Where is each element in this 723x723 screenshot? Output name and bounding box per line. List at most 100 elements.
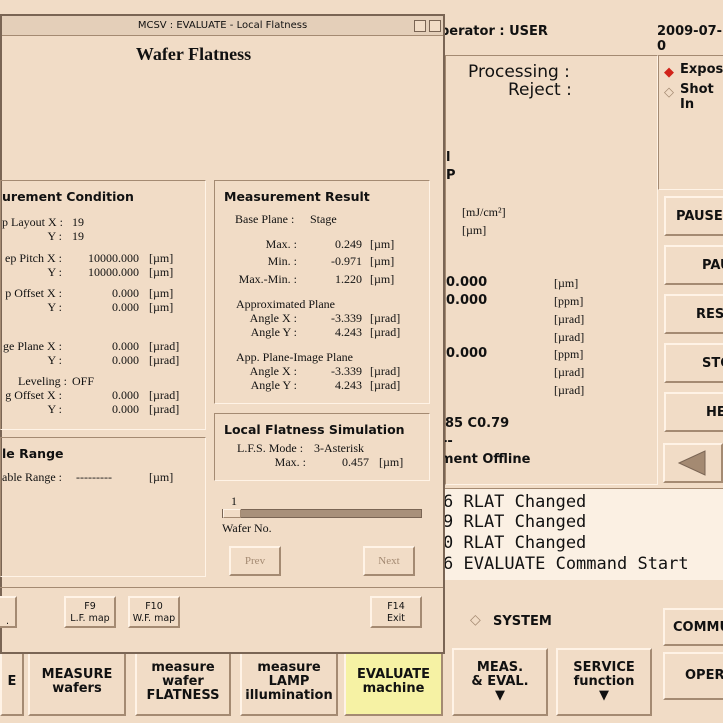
condition-unit: [µrad]	[149, 339, 180, 353]
chevron-down-icon: ▼	[599, 688, 609, 703]
unit-row: [µrad]	[554, 383, 585, 397]
system-label: SYSTEM	[493, 614, 552, 629]
date-label: 2009-07-0	[657, 24, 723, 54]
operator-label: perator : USER	[440, 24, 548, 39]
condition-value: 0.000	[112, 353, 139, 367]
condition-label: p Layout X :	[2, 215, 63, 229]
unit-um: [µm]	[462, 223, 487, 237]
help-button[interactable]: HE	[664, 392, 723, 432]
pause-button[interactable]: PAUSE	[664, 196, 723, 236]
button-label-line: MEASURE	[41, 667, 113, 682]
system-radio-icon[interactable]: ◇	[470, 612, 481, 629]
meas-eval-menu-button[interactable]: MEAS. & EVAL. ▼	[452, 648, 548, 716]
range-value: ---------	[76, 470, 112, 484]
pause-button-label: PAUSE	[676, 208, 723, 224]
condition-value: OFF	[72, 374, 95, 388]
window-title: MCSV : EVALUATE - Local Flatness	[137, 20, 308, 31]
maximize-button[interactable]	[429, 20, 441, 32]
fkey-number: F14	[387, 601, 405, 612]
button-label-line: illumination	[245, 688, 333, 703]
measure-lamp-illumination-button[interactable]: measure LAMP illumination	[240, 648, 338, 716]
condition-unit: [µm]	[149, 251, 174, 265]
unit-row: [ppm]	[554, 347, 584, 361]
condition-label: g Offset X :	[5, 388, 62, 402]
result-unit: [µrad]	[370, 325, 401, 339]
resume-button[interactable]: RESU	[664, 294, 723, 334]
next-button-label: Next	[378, 555, 400, 567]
button-label-line: MEAS.	[476, 660, 524, 675]
next-button[interactable]: Next	[363, 546, 415, 576]
button-label-line: SERVICE	[573, 660, 635, 675]
result-unit: [µm]	[370, 237, 395, 251]
partial-text-p: P	[446, 168, 456, 183]
pause-button-2-label: PAU	[702, 257, 723, 273]
base-plane-label: Base Plane :	[235, 212, 295, 226]
service-function-menu-button[interactable]: SERVICE function ▼	[556, 648, 652, 716]
result-value: 1.220	[335, 272, 362, 286]
value-3: 0.000	[446, 346, 488, 361]
exit-button[interactable]: F14 Exit	[370, 596, 422, 628]
communication-label: COMMU	[673, 620, 723, 635]
result-value: -0.971	[331, 254, 362, 268]
lfs-max-unit: [µm]	[379, 455, 404, 469]
button-label-line: measure	[257, 660, 321, 675]
button-label-line: machine	[362, 681, 425, 696]
unit-row: [ppm]	[554, 294, 584, 308]
result-value: -3.339	[331, 364, 362, 378]
condition-label: Leveling :	[18, 374, 67, 388]
offline-status: ment Offline	[440, 452, 531, 467]
wf-map-button[interactable]: F10 W.F. map	[128, 596, 180, 628]
app-image-plane-title: App. Plane-Image Plane	[236, 350, 353, 364]
range-unit: [µm]	[149, 470, 174, 484]
bottom-button-partial[interactable]: E	[0, 648, 24, 716]
wafer-number-label: Wafer No.	[222, 521, 272, 535]
communication-button[interactable]: COMMU	[663, 608, 723, 646]
button-label-line: & EVAL.	[471, 674, 529, 689]
condition-value: 0.000	[112, 388, 139, 402]
condition-value: 19	[72, 215, 84, 229]
resume-button-label: RESU	[696, 306, 723, 322]
fkey-label: Exit	[387, 613, 405, 624]
result-value: 4.243	[335, 378, 362, 392]
condition-label: ge Plane X :	[3, 339, 62, 353]
condition-unit: [µrad]	[149, 402, 180, 416]
button-label-line: function	[573, 674, 635, 689]
evaluate-machine-button[interactable]: EVALUATE machine	[344, 648, 443, 716]
prev-button[interactable]: Prev	[229, 546, 281, 576]
wafer-slider-track[interactable]	[222, 509, 422, 518]
approx-plane-title: Approximated Plane	[236, 297, 335, 311]
chevron-down-icon: ▼	[495, 688, 505, 703]
operation-button[interactable]: OPER	[663, 652, 723, 700]
condition-label: Y :	[47, 402, 62, 416]
minimize-button[interactable]	[414, 20, 426, 32]
fkey-label: W.F. map	[132, 613, 176, 624]
button-label-line: LAMP	[268, 674, 310, 689]
condition-label: Y :	[47, 229, 62, 243]
radio-shot-label: Shot In	[680, 82, 714, 112]
wafer-slider-thumb[interactable]	[223, 509, 241, 518]
base-plane-value: Stage	[310, 212, 337, 226]
partial-text-l: l	[446, 150, 451, 165]
back-button[interactable]	[663, 443, 723, 483]
condition-label: Y :	[47, 265, 62, 279]
radio-selected-icon[interactable]: ◆	[664, 64, 674, 80]
fkey-number: F9	[84, 601, 96, 612]
button-label-line: FLATNESS	[146, 688, 220, 703]
lf-map-button[interactable]: F9 L.F. map	[64, 596, 116, 628]
measure-wafer-flatness-button[interactable]: measure wafer FLATNESS	[135, 648, 231, 716]
pause-button-2[interactable]: PAU	[664, 245, 723, 285]
function-key-partial[interactable]: .	[0, 596, 17, 628]
stop-button[interactable]: STO	[664, 343, 723, 383]
partial-text-c: .85 C0.79	[440, 416, 510, 431]
reject-label: Reject :	[508, 80, 572, 100]
window-titlebar: MCSV : EVALUATE - Local Flatness	[2, 16, 443, 36]
lfs-mode-value: 3-Asterisk	[314, 441, 364, 455]
unit-row: [µrad]	[554, 312, 585, 326]
measure-wafers-button[interactable]: MEASURE wafers	[28, 648, 126, 716]
unit-row: [µrad]	[554, 330, 585, 344]
arrow-left-icon	[677, 450, 706, 476]
radio-unselected-icon[interactable]: ◇	[664, 84, 674, 100]
prev-button-label: Prev	[244, 555, 266, 567]
processing-label: Processing :	[468, 62, 570, 82]
unit-row: [µrad]	[554, 365, 585, 379]
